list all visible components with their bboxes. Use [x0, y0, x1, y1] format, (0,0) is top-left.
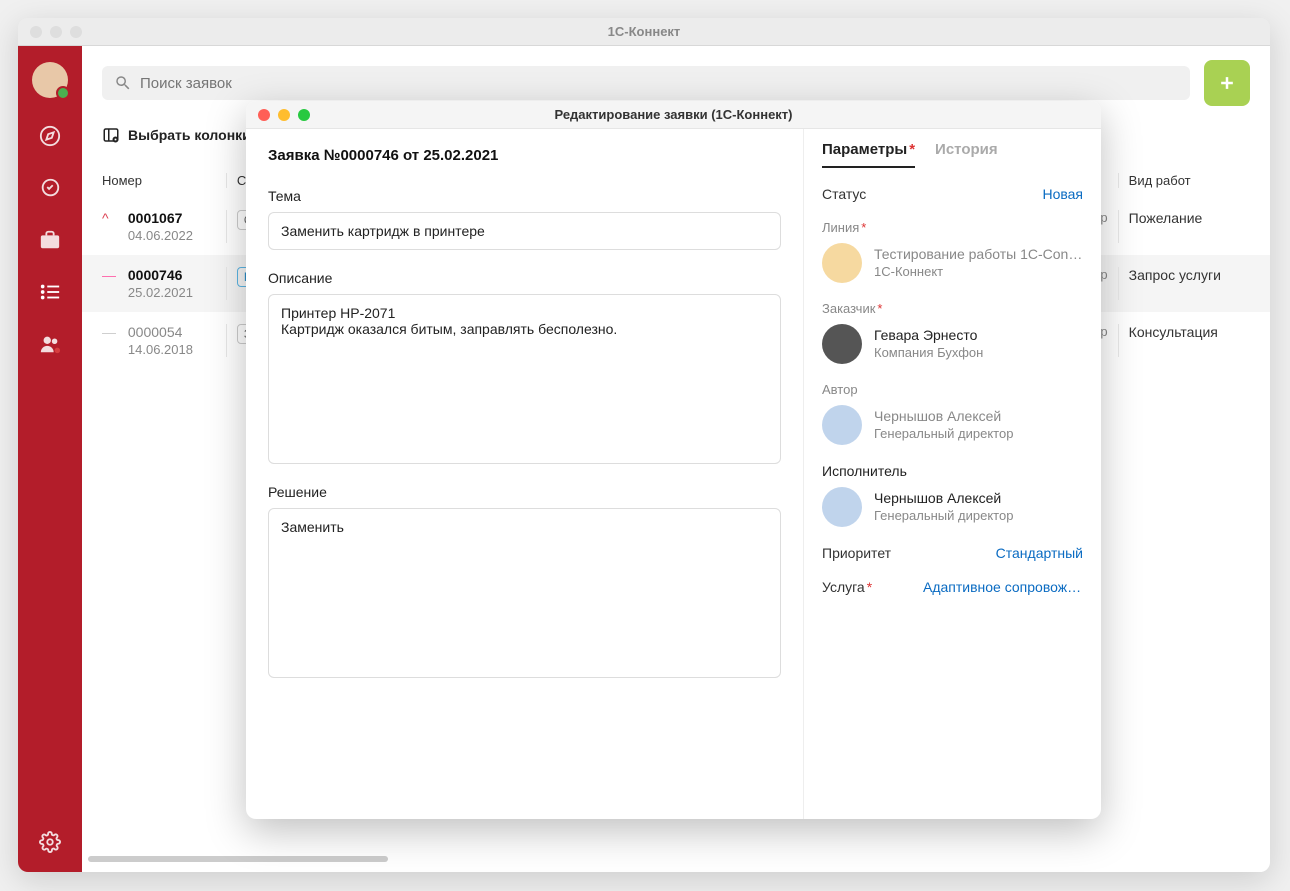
choose-columns-button[interactable]: Выбрать колонки [102, 126, 251, 144]
plus-icon [1217, 73, 1237, 93]
window-title: 1C-Коннект [18, 24, 1270, 39]
solution-textarea[interactable]: Заменить [268, 508, 781, 678]
assignee-block[interactable]: Чернышов Алексей Генеральный директор [822, 487, 1083, 527]
priority-low-icon: — [102, 324, 116, 340]
modal-titlebar: Редактирование заявки (1С-Коннект) [246, 101, 1101, 129]
compass-icon[interactable] [36, 122, 64, 150]
customer-block[interactable]: Гевара Эрнесто Компания Бухфон [822, 324, 1083, 364]
zoom-icon[interactable] [298, 109, 310, 121]
tab-parameters[interactable]: Параметры* [822, 141, 915, 168]
gear-icon[interactable] [36, 828, 64, 856]
main-titlebar: 1C-Коннект [18, 18, 1270, 46]
minimize-icon[interactable] [278, 109, 290, 121]
status-label: Статус [822, 186, 866, 202]
priority-mid-icon: — [102, 267, 116, 283]
service-label: Услуга* [822, 579, 872, 595]
search-icon [114, 74, 132, 92]
edit-request-modal: Редактирование заявки (1С-Коннект) Заявк… [246, 101, 1101, 819]
line-icon [822, 243, 862, 283]
list-icon[interactable] [36, 278, 64, 306]
chat-icon[interactable] [36, 174, 64, 202]
subject-label: Тема [268, 188, 781, 204]
traffic-lights [30, 26, 82, 38]
description-textarea[interactable]: Принтер HP-2071 Картридж оказался битым,… [268, 294, 781, 464]
search-input-wrap[interactable] [102, 66, 1190, 100]
assignee-label: Исполнитель [822, 463, 1083, 479]
line-block[interactable]: Тестирование работы 1С-Con… 1С-Коннект [822, 243, 1083, 283]
request-id-header: Заявка №0000746 от 25.02.2021 [268, 147, 781, 164]
author-block[interactable]: Чернышов Алексей Генеральный директор [822, 405, 1083, 445]
priority-high-icon: ^ [102, 210, 116, 226]
column-status[interactable]: С [237, 173, 246, 188]
author-avatar [822, 405, 862, 445]
briefcase-icon[interactable] [36, 226, 64, 254]
modal-title: Редактирование заявки (1С-Коннект) [246, 107, 1101, 122]
status-online-icon [56, 86, 70, 100]
user-avatar[interactable] [32, 62, 68, 98]
priority-value[interactable]: Стандартный [996, 545, 1083, 561]
close-icon[interactable] [30, 26, 42, 38]
search-input[interactable] [140, 75, 1178, 92]
column-worktype[interactable]: Вид работ [1129, 173, 1191, 188]
author-label: Автор [822, 382, 1083, 397]
customer-avatar [822, 324, 862, 364]
assignee-avatar [822, 487, 862, 527]
customer-label: Заказчик* [822, 301, 1083, 316]
solution-label: Решение [268, 484, 781, 500]
tab-history[interactable]: История [935, 141, 998, 168]
minimize-icon[interactable] [50, 26, 62, 38]
modal-traffic-lights [258, 109, 310, 121]
description-label: Описание [268, 270, 781, 286]
priority-label: Приоритет [822, 545, 891, 561]
sidebar [18, 46, 82, 872]
line-label: Линия* [822, 220, 1083, 235]
people-icon[interactable] [36, 330, 64, 358]
zoom-icon[interactable] [70, 26, 82, 38]
service-value[interactable]: Адаптивное сопровождение п… [923, 579, 1083, 595]
horizontal-scrollbar[interactable] [88, 856, 388, 862]
status-value[interactable]: Новая [1042, 186, 1083, 202]
main-window: 1C-Коннект [18, 18, 1270, 872]
modal-form: Заявка №0000746 от 25.02.2021 Тема Описа… [246, 129, 803, 819]
add-request-button[interactable] [1204, 60, 1250, 106]
modal-params-panel: Параметры* История Статус Новая Линия* Т… [803, 129, 1101, 819]
column-number[interactable]: Номер [102, 173, 216, 188]
subject-input[interactable] [268, 212, 781, 250]
close-icon[interactable] [258, 109, 270, 121]
columns-icon [102, 126, 120, 144]
